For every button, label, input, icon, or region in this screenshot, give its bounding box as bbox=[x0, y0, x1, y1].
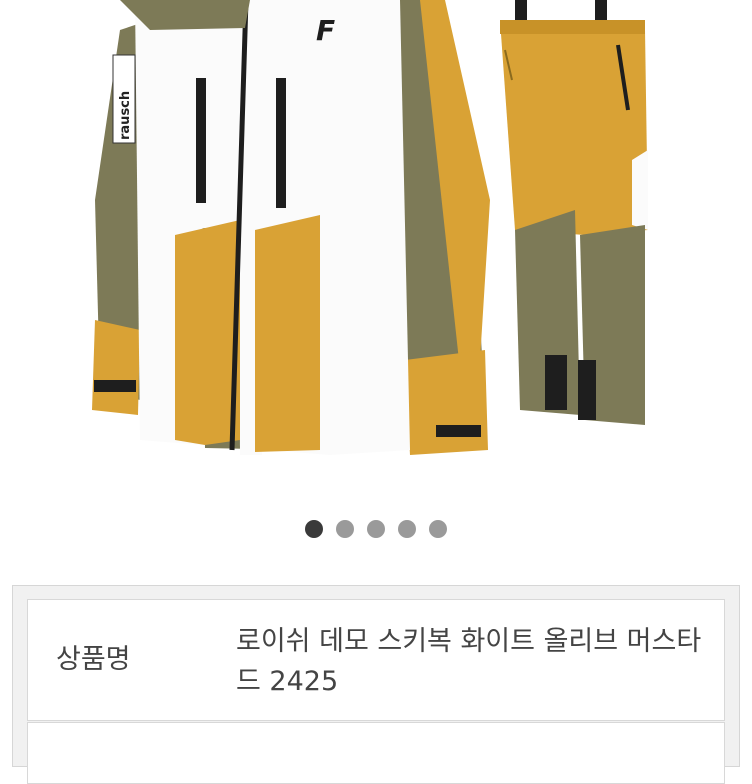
pants-waistband bbox=[500, 20, 645, 34]
carousel-dot-3[interactable] bbox=[367, 520, 385, 538]
chest-pocket-left bbox=[196, 78, 206, 203]
product-name-label: 상품명 bbox=[56, 644, 131, 675]
next-row bbox=[27, 722, 725, 784]
carousel-dot-4[interactable] bbox=[398, 520, 416, 538]
pants-knee-patch bbox=[632, 150, 648, 230]
jacket-lower-right-mustard bbox=[255, 215, 320, 452]
right-cuff-strap bbox=[436, 425, 481, 437]
product-info-table: 상품명 로이쉬 데모 스키복 화이트 올리브 머스타드 2425 bbox=[12, 585, 740, 784]
jacket-right-cuff bbox=[405, 350, 488, 455]
carousel-dot-2[interactable] bbox=[336, 520, 354, 538]
pants-suspender-left bbox=[515, 0, 527, 20]
jacket-left-cuff bbox=[92, 320, 140, 415]
carousel-dot-1[interactable] bbox=[305, 520, 323, 538]
chest-pocket-right bbox=[276, 78, 286, 208]
carousel-dot-5[interactable] bbox=[429, 520, 447, 538]
sleeve-brand-text: rausch bbox=[118, 91, 133, 140]
product-name-row: 상품명 로이쉬 데모 스키복 화이트 올리브 머스타드 2425 bbox=[27, 599, 725, 721]
jacket-lower-left-mustard bbox=[175, 220, 240, 445]
pants-right-cuff bbox=[578, 360, 596, 420]
left-cuff-strap bbox=[94, 380, 136, 392]
jacket-chest bbox=[135, 0, 400, 235]
jacket-logo: F bbox=[316, 14, 335, 47]
pants-upper bbox=[500, 20, 648, 235]
carousel-indicators bbox=[0, 520, 752, 540]
product-name-value: 로이쉬 데모 스키복 화이트 올리브 머스타드 2425 bbox=[236, 626, 702, 697]
ski-suit-image: rausch F bbox=[92, 0, 648, 455]
product-image-gallery[interactable]: rausch F bbox=[0, 0, 752, 500]
pants-left-cuff bbox=[545, 355, 567, 410]
